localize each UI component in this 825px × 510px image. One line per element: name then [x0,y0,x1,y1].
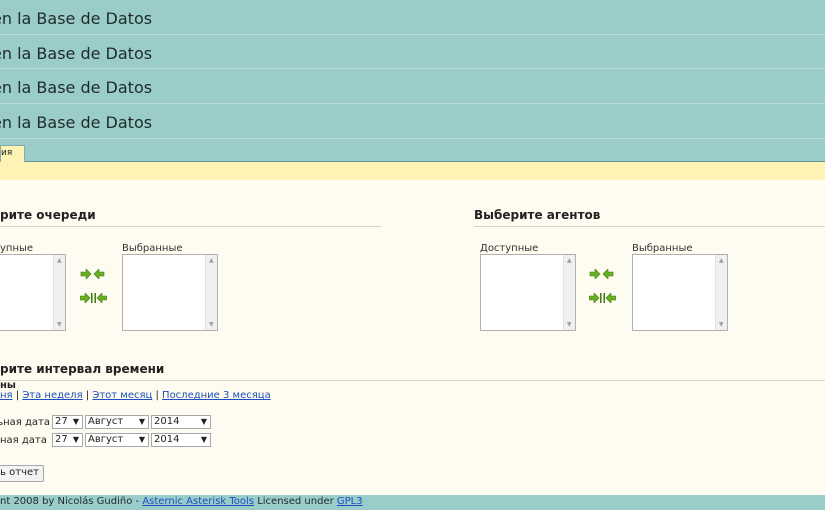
tab-content-strip [0,162,825,180]
end-year-select[interactable]: 2014 ▼ [151,433,211,447]
scroll-down-icon[interactable]: ▼ [209,321,214,328]
scroll-up-icon[interactable]: ▲ [567,257,572,264]
agents-available-list[interactable]: ▲ ▼ [480,254,576,331]
move-selected-agents-button[interactable] [589,268,614,280]
start-year-select[interactable]: 2014 ▼ [151,415,211,429]
chevron-down-icon: ▼ [138,417,145,426]
agents-selected-label: Выбранные [632,243,693,254]
arrow-left-icon [602,269,614,279]
start-date-label: льная дата [0,416,50,428]
report-form [0,180,825,495]
queues-available-label: упные [0,243,34,254]
arrow-right-icon [589,269,601,279]
tab-active[interactable]: ия [0,145,25,163]
time-section-rule [0,380,825,381]
link-last-3-months[interactable]: Последние 3 месяца [162,390,271,401]
scroll-up-icon[interactable]: ▲ [719,257,724,264]
header-title: en la Base de Datos [0,44,153,63]
tab-bar: ия [0,139,825,163]
chevron-down-icon: ▼ [200,417,207,426]
queues-selected-list[interactable]: ▲ ▼ [122,254,218,331]
queues-section-title: рите очереди [0,208,96,222]
header-row-3: en la Base de Datos [0,69,825,104]
time-section-title: рите интервал времени [0,362,165,376]
move-selected-queues-button[interactable] [80,268,105,280]
footer-license-text: Licensed under [254,496,337,507]
link-this-month[interactable]: Этот месяц [92,390,152,401]
queues-section-rule [0,226,381,227]
header-title: en la Base de Datos [0,78,153,97]
start-month-select[interactable]: Август ▼ [85,415,149,429]
queues-available-list[interactable]: ▲ ▼ [0,254,66,331]
chevron-down-icon: ▼ [72,417,79,426]
chevron-down-icon: ▼ [72,435,79,444]
scroll-up-icon[interactable]: ▲ [57,257,62,264]
footer: nt 2008 by Nicolás Gudiño - Asternic Ast… [0,495,825,510]
scroll-up-icon[interactable]: ▲ [209,257,214,264]
scrollbar[interactable]: ▲ ▼ [205,255,217,330]
header-row-1: en la Base de Datos [0,0,825,35]
agents-section-title: Выберите агентов [474,208,601,222]
arrow-right-icon [80,269,92,279]
link-separator: | [85,390,90,401]
header-row-4: en la Base de Datos [0,104,825,139]
header-title: en la Base de Datos [0,9,153,28]
end-date-label: ная дата [0,434,47,446]
end-day-select[interactable]: 27 ▼ [52,433,83,447]
arrow-right-bar-icon [80,293,93,303]
scrollbar[interactable]: ▲ ▼ [53,255,65,330]
scrollbar[interactable]: ▲ ▼ [715,255,727,330]
link-separator: | [15,390,20,401]
period-links: ня | Эта неделя | Этот месяц | Последние… [0,390,271,401]
link-separator: | [155,390,159,401]
scroll-down-icon[interactable]: ▼ [57,321,62,328]
start-date-row: льная дата 27▼ Август▼ 2014▼ [0,415,211,429]
footer-copyright: nt 2008 by Nicolás Gudiño - [0,496,143,507]
queues-selected-label: Выбранные [122,243,183,254]
submit-report-button[interactable]: ать отчет [0,465,44,482]
header-row-2: en la Base de Datos [0,35,825,69]
arrow-left-icon [93,269,105,279]
chevron-down-icon: ▼ [200,435,207,444]
link-today[interactable]: ня [0,390,13,401]
start-day-select[interactable]: 27 ▼ [52,415,83,429]
header-title: en la Base de Datos [0,113,153,132]
move-all-agents-button[interactable] [589,292,616,304]
end-month-select[interactable]: Август ▼ [85,433,149,447]
footer-tool-link[interactable]: Asternic Asterisk Tools [142,496,254,507]
agents-available-label: Доступные [480,243,539,254]
scroll-down-icon[interactable]: ▼ [719,321,724,328]
scroll-down-icon[interactable]: ▼ [567,321,572,328]
footer-license-link[interactable]: GPL3 [337,496,363,507]
arrow-left-bar-icon [94,293,107,303]
end-date-row: ная дата 27 ▼ Август ▼ 2014 ▼ [0,433,211,447]
arrow-right-bar-icon [589,293,602,303]
link-this-week[interactable]: Эта неделя [22,390,82,401]
scrollbar[interactable]: ▲ ▼ [563,255,575,330]
chevron-down-icon: ▼ [138,435,145,444]
agents-selected-list[interactable]: ▲ ▼ [632,254,728,331]
move-all-queues-button[interactable] [80,292,107,304]
agents-section-rule [474,226,825,227]
arrow-left-bar-icon [603,293,616,303]
